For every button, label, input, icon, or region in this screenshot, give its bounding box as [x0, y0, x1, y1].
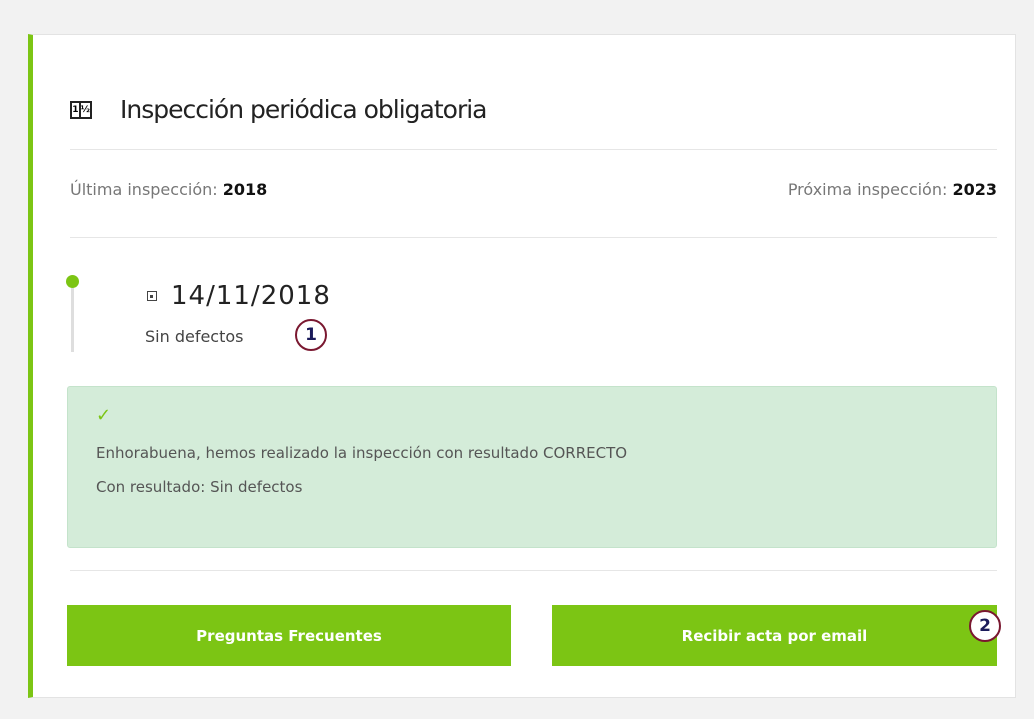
divider: [70, 570, 997, 571]
annotation-marker-2: 2: [969, 610, 1001, 642]
card-title: Inspección periódica obligatoria: [120, 95, 487, 124]
inspection-date: 14/11/2018: [171, 281, 331, 311]
inspection-date-row: 14/11/2018: [147, 281, 331, 311]
registration-plate-icon: 1½: [70, 100, 92, 119]
divider: [70, 237, 997, 238]
next-inspection: Próxima inspección: 2023: [788, 180, 997, 199]
card-header: 1½ Inspección periódica obligatoria: [70, 95, 487, 124]
inspection-card: 1½ Inspección periódica obligatoria Últi…: [28, 34, 1016, 698]
inspection-result: Sin defectos: [145, 327, 244, 346]
divider: [70, 149, 997, 150]
last-inspection-value: 2018: [222, 180, 268, 199]
alert-result: Con resultado: Sin defectos: [96, 478, 303, 496]
alert-message: Enhorabuena, hemos realizado la inspecci…: [96, 444, 628, 462]
next-inspection-value: 2023: [952, 180, 997, 199]
calendar-icon: [147, 291, 157, 301]
last-inspection: Última inspección: 2018: [70, 180, 267, 199]
annotation-marker-1: 1: [295, 319, 327, 351]
timeline-line: [71, 288, 74, 352]
next-inspection-label: Próxima inspección:: [787, 180, 948, 199]
email-report-button[interactable]: Recibir acta por email: [552, 605, 997, 666]
inspection-dates: Última inspección: 2018 Próxima inspecci…: [70, 180, 997, 199]
timeline-dot: [66, 275, 79, 288]
last-inspection-label: Última inspección:: [70, 180, 218, 199]
check-icon: ✓: [96, 405, 112, 426]
success-alert: ✓ Enhorabuena, hemos realizado la inspec…: [67, 386, 997, 548]
faq-button[interactable]: Preguntas Frecuentes: [67, 605, 511, 666]
